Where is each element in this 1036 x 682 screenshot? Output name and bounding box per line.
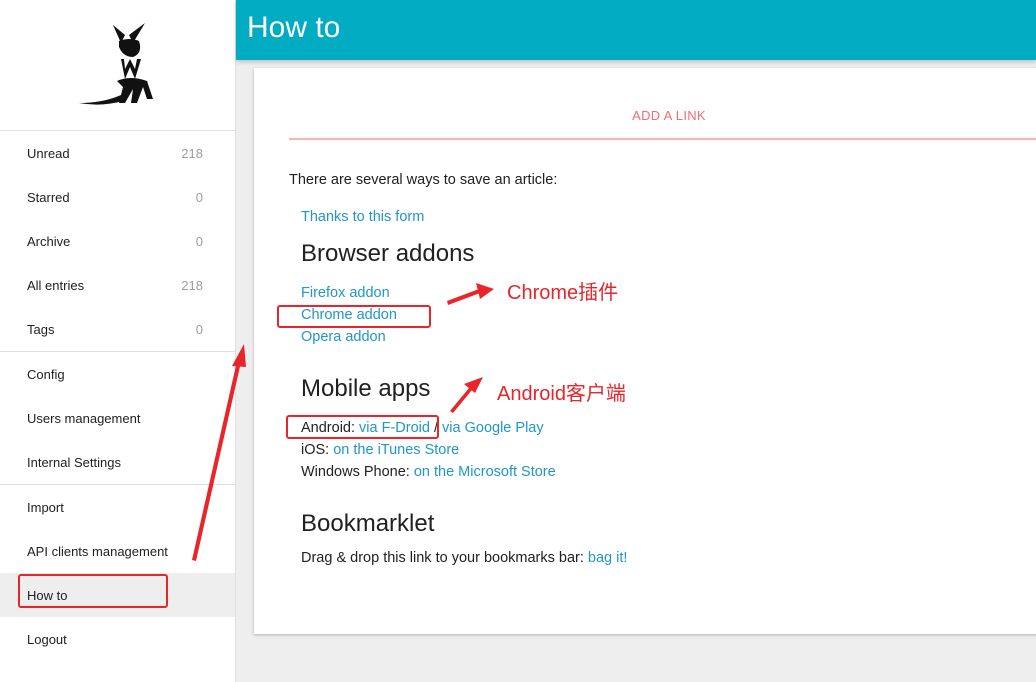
itunes-link[interactable]: on the iTunes Store [333, 442, 459, 458]
nav-item-unread[interactable]: Unread 218 [0, 131, 235, 175]
ios-line: iOS: on the iTunes Store [301, 439, 459, 461]
nav-item-starred[interactable]: Starred 0 [0, 175, 235, 219]
annotation-box-how-to [18, 574, 168, 608]
wallabag-logo-icon [78, 23, 153, 105]
browser-addons-heading: Browser addons [301, 240, 475, 267]
tags-count: 0 [195, 321, 203, 337]
nav-item-archive[interactable]: Archive 0 [0, 219, 235, 263]
nav-label: Config [27, 366, 65, 382]
tab-label: ADD A LINK [632, 108, 706, 123]
nav-item-internal-settings[interactable]: Internal Settings [0, 440, 235, 484]
tab-indicator [289, 138, 1036, 140]
nav-item-api-clients[interactable]: API clients management [0, 529, 235, 573]
firefox-addon-link[interactable]: Firefox addon [301, 285, 390, 301]
nav-label: API clients management [27, 543, 168, 559]
intro-text: There are several ways to save an articl… [289, 172, 558, 188]
nav-label: Starred [27, 189, 70, 205]
annotation-box-chrome [277, 305, 431, 328]
opera-addon-link[interactable]: Opera addon [301, 329, 386, 345]
nav-item-logout[interactable]: Logout [0, 617, 235, 661]
nav-label: All entries [27, 277, 85, 293]
page-title: How to [247, 11, 341, 44]
nav-group-admin: Config Users management Internal Setting… [0, 351, 235, 484]
archive-count: 0 [195, 233, 203, 249]
nav-label: Import [27, 499, 64, 515]
bookmarklet-text: Drag & drop this link to your bookmarks … [301, 550, 584, 566]
nav-label: Internal Settings [27, 454, 121, 470]
nav-item-config[interactable]: Config [0, 352, 235, 396]
nav-group-tools: Import API clients management How to Log… [0, 484, 235, 661]
microsoft-store-link[interactable]: on the Microsoft Store [414, 464, 556, 480]
all-entries-count: 218 [181, 277, 203, 293]
how-to-card: ADD A LINK There are several ways to sav… [254, 68, 1036, 634]
nav-item-import[interactable]: Import [0, 485, 235, 529]
nav-label: Logout [27, 631, 67, 647]
windows-phone-line: Windows Phone: on the Microsoft Store [301, 461, 556, 483]
logo[interactable] [0, 0, 235, 130]
unread-count: 218 [181, 145, 203, 161]
bag-it-link[interactable]: bag it! [588, 550, 628, 566]
annotation-android-text: Android客户端 [497, 383, 626, 405]
nav-item-tags[interactable]: Tags 0 [0, 307, 235, 351]
nav-label: Tags [27, 321, 55, 337]
nav-item-users-management[interactable]: Users management [0, 396, 235, 440]
bookmarklet-heading: Bookmarklet [301, 510, 435, 537]
top-bar: How to [236, 0, 1036, 60]
google-play-link[interactable]: via Google Play [442, 420, 544, 436]
ios-label: iOS: [301, 442, 330, 458]
annotation-box-fdroid [286, 415, 439, 439]
nav-label: Archive [27, 233, 71, 249]
nav-label: Users management [27, 410, 141, 426]
annotation-chrome-text: Chrome插件 [507, 282, 619, 304]
bookmarklet-line: Drag & drop this link to your bookmarks … [301, 547, 627, 569]
windows-phone-label: Windows Phone: [301, 464, 410, 480]
form-link[interactable]: Thanks to this form [301, 209, 424, 225]
starred-count: 0 [195, 189, 203, 205]
mobile-apps-heading: Mobile apps [301, 375, 431, 402]
nav-group-entries: Unread 218 Starred 0 Archive 0 All entries 2… [0, 130, 235, 351]
nav-item-all-entries[interactable]: All entries 218 [0, 263, 235, 307]
nav-label: Unread [27, 145, 70, 161]
tab-add-a-link[interactable]: ADD A LINK [289, 106, 1036, 138]
